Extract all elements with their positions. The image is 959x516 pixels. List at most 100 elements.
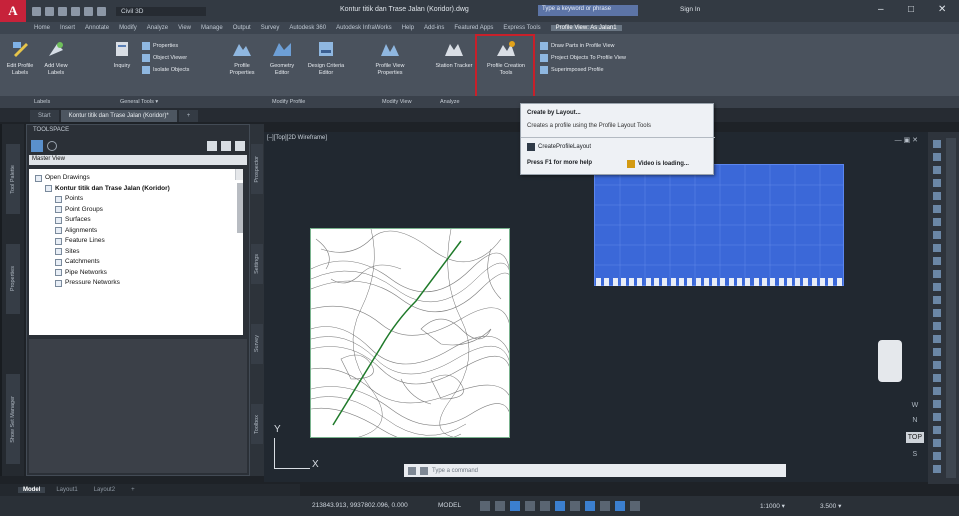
save-icon[interactable] (58, 6, 67, 16)
palette-tool-icon[interactable] (933, 387, 941, 395)
maximize-button[interactable]: □ (908, 4, 914, 15)
snap-toggle-icon[interactable] (495, 501, 505, 511)
geometry-editor-button[interactable]: Geometry Editor (262, 38, 302, 77)
superimposed-profile-item[interactable]: Superimposed Profile (540, 66, 626, 74)
palette-tool-icon[interactable] (933, 153, 941, 161)
ribbon-tab[interactable]: Analyze (147, 25, 168, 31)
refresh-icon[interactable] (47, 141, 57, 151)
properties-item[interactable]: Properties (142, 42, 189, 50)
tab-start[interactable]: Start (30, 110, 59, 122)
viewport-controls-label[interactable]: [–][Top][2D Wireframe] (267, 135, 327, 141)
print-icon[interactable] (71, 6, 80, 16)
ribbon-tab[interactable]: Profile View: As Jalan1 (550, 25, 622, 31)
ribbon-tab[interactable]: Output (233, 25, 251, 31)
search-input[interactable]: Type a keyword or phrase (538, 5, 638, 16)
palette-tool-icon[interactable] (933, 335, 941, 343)
ribbon-tab[interactable]: Featured Apps (454, 25, 493, 31)
ribbon-tab[interactable]: Insert (60, 25, 75, 31)
tree-scrollbar[interactable] (235, 169, 243, 233)
vtab-prospector[interactable]: Prospector (251, 144, 263, 194)
osnap-toggle-icon[interactable] (555, 501, 565, 511)
transparency-toggle-icon[interactable] (600, 501, 610, 511)
contour-surface[interactable] (310, 228, 510, 438)
close-command-icon[interactable] (408, 466, 416, 475)
ribbon-tab[interactable]: Modify (119, 25, 137, 31)
otrack-toggle-icon[interactable] (570, 501, 580, 511)
ribbon-tab[interactable]: Autodesk 360 (289, 25, 326, 31)
grid-icon[interactable] (221, 141, 231, 151)
palette-tool-icon[interactable] (933, 361, 941, 369)
palette-tool-icon[interactable] (933, 192, 941, 200)
viewcube-top[interactable]: TOP (905, 432, 924, 443)
ribbon-tab[interactable]: Add-ins (424, 25, 444, 31)
tab-layout2[interactable]: Layout2 (89, 487, 120, 493)
units-scale[interactable]: 3.500 ▾ (820, 502, 841, 510)
tree-item[interactable]: Pipe Networks (31, 268, 241, 279)
project-objects-item[interactable]: Project Objects To Profile View (540, 54, 626, 62)
polar-toggle-icon[interactable] (525, 501, 535, 511)
tree-item[interactable]: Sites (31, 247, 241, 258)
redo-icon[interactable] (97, 6, 106, 16)
grid-toggle-icon[interactable] (480, 501, 490, 511)
viewport-window-controls[interactable]: — ▣ ✕ (895, 136, 918, 144)
app-logo[interactable]: A (0, 0, 26, 22)
tree-item[interactable]: Pressure Networks (31, 278, 241, 289)
palette-tool-icon[interactable] (933, 374, 941, 382)
vtab-tool-palette[interactable]: Tool Palette (6, 144, 20, 214)
settings-icon[interactable] (207, 141, 217, 151)
vtab-show-set-manager[interactable]: Show Set Manager (6, 374, 20, 464)
tab-new[interactable]: + (178, 110, 199, 122)
palette-tool-icon[interactable] (933, 452, 941, 460)
model-space-button[interactable]: MODEL (438, 502, 461, 509)
viewcube[interactable]: W N TOP S (905, 402, 924, 458)
sign-in-button[interactable]: Sign In (680, 6, 700, 13)
profile-view-properties-button[interactable]: Profile View Properties (370, 38, 410, 77)
master-view-select[interactable]: Master View (29, 155, 247, 165)
palette-tool-icon[interactable] (933, 309, 941, 317)
profile-properties-button[interactable]: Profile Properties (222, 38, 262, 77)
palette-tool-icon[interactable] (933, 465, 941, 473)
autoscale-icon[interactable] (630, 501, 640, 511)
vtab-properties[interactable]: Properties (6, 244, 20, 314)
vtab-settings[interactable]: Settings (251, 244, 263, 284)
palette-tool-icon[interactable] (933, 179, 941, 187)
palette-tool-icon[interactable] (933, 270, 941, 278)
command-line[interactable]: Type a command (404, 464, 786, 477)
annotation-scale[interactable]: 1:1000 ▾ (760, 502, 785, 510)
profile-view-grid[interactable] (594, 164, 844, 286)
isodraft-toggle-icon[interactable] (540, 501, 550, 511)
tree-item[interactable]: Open Drawings (31, 173, 241, 184)
palette-tool-icon[interactable] (933, 140, 941, 148)
panel-label-general-tools[interactable]: General Tools ▾ (120, 99, 158, 105)
palette-tool-icon[interactable] (933, 322, 941, 330)
drawing-viewport[interactable]: [–][Top][2D Wireframe] — ▣ ✕ Y X W N TOP… (264, 132, 928, 482)
palette-tool-icon[interactable] (933, 283, 941, 291)
isolate-objects-item[interactable]: Isolate Objects (142, 66, 189, 74)
new-icon[interactable] (32, 6, 41, 16)
ribbon-tab[interactable]: Survey (261, 25, 280, 31)
palette-tool-icon[interactable] (933, 348, 941, 356)
tab-add-layout[interactable]: + (126, 487, 140, 493)
ribbon-tab[interactable]: Autodesk InfraWorks (336, 25, 392, 31)
tab-model[interactable]: Model (18, 487, 46, 493)
navigation-bar[interactable] (878, 340, 902, 382)
viewcube-s[interactable]: S (906, 451, 924, 458)
tab-drawing[interactable]: Kontur titik dan Trase Jalan (Koridor)* (60, 110, 177, 122)
palette-tool-icon[interactable] (933, 244, 941, 252)
viewcube-w[interactable]: W (906, 402, 924, 409)
ribbon-tab[interactable]: Manage (201, 25, 223, 31)
command-settings-icon[interactable] (420, 466, 428, 475)
palette-tool-icon[interactable] (933, 426, 941, 434)
palette-tool-icon[interactable] (933, 413, 941, 421)
tree-item[interactable]: Alignments (31, 226, 241, 237)
tree-item[interactable]: Feature Lines (31, 236, 241, 247)
tree-item[interactable]: Point Groups (31, 205, 241, 216)
tree-item[interactable]: Points (31, 194, 241, 205)
open-icon[interactable] (45, 6, 54, 16)
workspace-select[interactable]: Civil 3D (116, 6, 206, 16)
vtab-survey[interactable]: Survey (251, 324, 263, 364)
ribbon-tab[interactable]: Help (402, 25, 414, 31)
ribbon-tab[interactable]: Annotate (85, 25, 109, 31)
scroll-thumb[interactable] (237, 183, 243, 233)
close-button[interactable]: ✕ (938, 4, 946, 15)
